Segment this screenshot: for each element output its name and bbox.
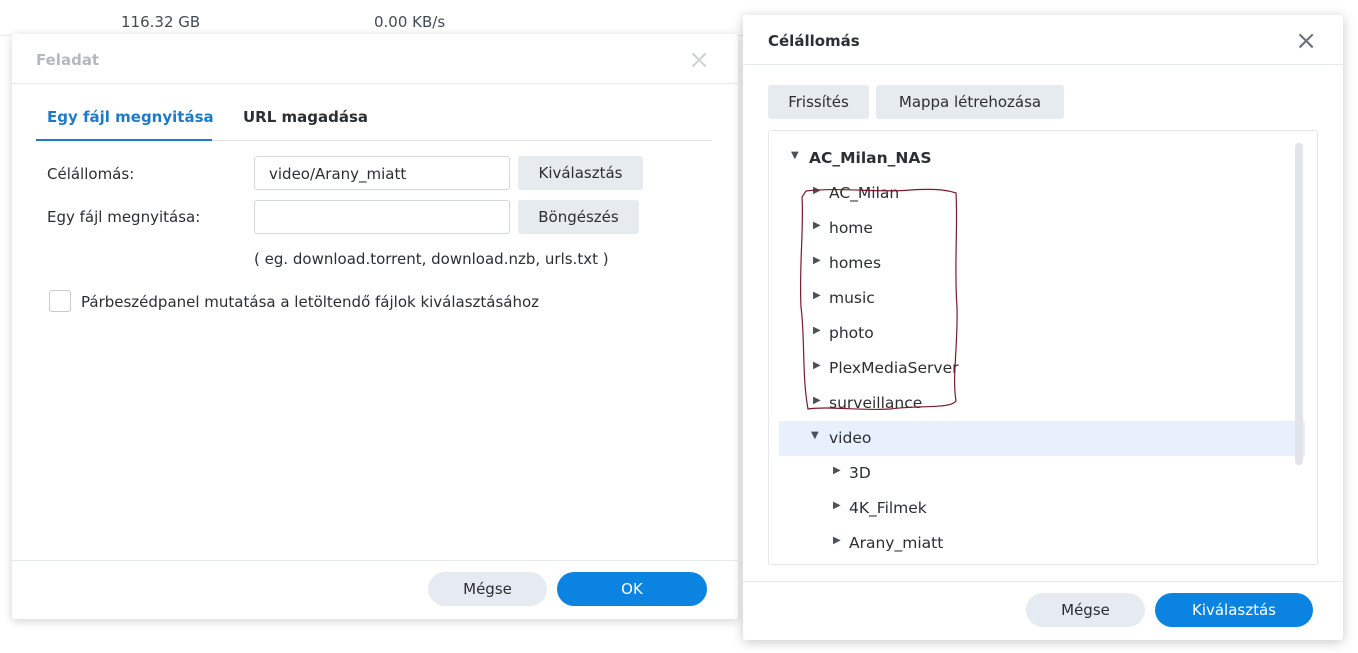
caret-right-icon[interactable]: ▶ <box>813 255 821 266</box>
tree-item[interactable]: ▶ homes <box>779 246 1305 281</box>
destination-select-button[interactable]: Kiválasztás <box>518 156 643 190</box>
close-icon[interactable]: × <box>688 47 710 73</box>
tree-subitem[interactable]: ▶ 3D <box>779 456 1305 491</box>
ok-button[interactable]: OK <box>557 572 707 606</box>
caret-right-icon[interactable]: ▶ <box>813 185 821 196</box>
destination-dialog: Célállomás × Frissítés Mappa létrehozása… <box>743 15 1343 640</box>
folder-tree: ▼ AC_Milan_NAS ▶ AC_Milan ▶ home ▶ homes… <box>768 130 1318 565</box>
background-list-row: 116.32 GB 0.00 KB/s <box>0 0 745 36</box>
show-dialog-checkbox-label[interactable]: Párbeszédpanel mutatása a letöltendő fáj… <box>81 293 539 311</box>
tree-root[interactable]: ▼ AC_Milan_NAS <box>779 141 1305 176</box>
active-tab-underline <box>36 139 212 141</box>
footer-divider <box>12 560 738 561</box>
tree-subitem[interactable]: ▶ 4K_Filmek <box>779 491 1305 526</box>
browse-button[interactable]: Böngészés <box>518 200 639 234</box>
tree-item[interactable]: ▶ music <box>779 281 1305 316</box>
tab-open-file[interactable]: Egy fájl megnyitása <box>47 108 214 126</box>
tree-item[interactable]: ▶ home <box>779 211 1305 246</box>
caret-right-icon[interactable]: ▶ <box>813 360 821 371</box>
row-speed: 0.00 KB/s <box>374 13 446 31</box>
caret-right-icon[interactable]: ▶ <box>813 325 821 336</box>
tree-scrollbar[interactable] <box>1295 143 1303 465</box>
caret-right-icon[interactable]: ▶ <box>813 395 821 406</box>
caret-right-icon[interactable]: ▶ <box>833 500 841 511</box>
destination-label: Célállomás: <box>47 165 135 183</box>
tree-item[interactable]: ▶ AC_Milan <box>779 176 1305 211</box>
tab-enter-url[interactable]: URL magadása <box>243 108 368 126</box>
tree-item[interactable]: ▶ PlexMediaServer <box>779 351 1305 386</box>
row-size: 116.32 GB <box>121 13 201 31</box>
show-dialog-checkbox[interactable] <box>49 290 71 312</box>
destination-input[interactable]: video/Arany_miatt <box>254 156 510 190</box>
footer-divider <box>743 581 1343 582</box>
destination-dialog-title: Célállomás <box>768 32 860 50</box>
task-dialog-title: Feladat <box>36 51 100 69</box>
open-file-label: Egy fájl megnyitása: <box>47 208 201 226</box>
task-dialog: Feladat × Egy fájl megnyitása URL magadá… <box>12 34 738 619</box>
title-divider <box>12 83 738 84</box>
caret-right-icon[interactable]: ▶ <box>833 465 841 476</box>
caret-down-icon[interactable]: ▼ <box>811 430 819 441</box>
refresh-button[interactable]: Frissítés <box>768 85 869 119</box>
create-folder-button[interactable]: Mappa létrehozása <box>876 85 1064 119</box>
file-type-hint: ( eg. download.torrent, download.nzb, ur… <box>254 250 609 268</box>
close-icon[interactable]: × <box>1295 28 1317 54</box>
cancel-button[interactable]: Mégse <box>1026 593 1145 627</box>
cancel-button[interactable]: Mégse <box>428 572 547 606</box>
caret-right-icon[interactable]: ▶ <box>813 290 821 301</box>
caret-right-icon[interactable]: ▶ <box>833 535 841 546</box>
tree-item[interactable]: ▶ photo <box>779 316 1305 351</box>
title-divider <box>743 64 1343 65</box>
tree-item-video-selected[interactable]: ▼ video <box>779 421 1305 456</box>
tree-subitem[interactable]: ▶ Arany_miatt <box>779 526 1305 561</box>
open-file-input[interactable] <box>254 200 510 234</box>
caret-right-icon[interactable]: ▶ <box>813 220 821 231</box>
select-button[interactable]: Kiválasztás <box>1155 593 1313 627</box>
tree-item[interactable]: ▶ surveillance <box>779 386 1305 421</box>
caret-down-icon[interactable]: ▼ <box>791 150 799 161</box>
